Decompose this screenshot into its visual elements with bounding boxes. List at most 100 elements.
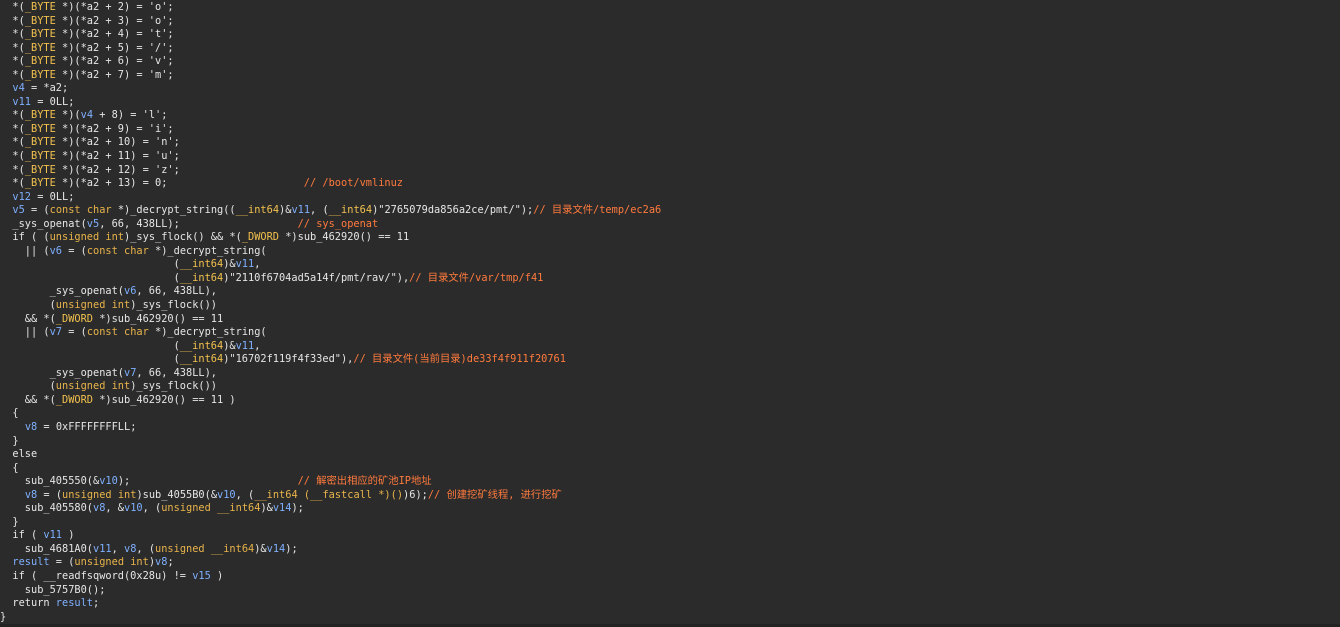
code-line[interactable]: _sys_openat(v7, 66, 438LL), <box>0 367 1340 381</box>
code-token: )& <box>260 502 273 515</box>
code-line[interactable]: { <box>0 462 1340 476</box>
code-token: = ( <box>37 488 63 501</box>
code-line[interactable]: sub_405580(v8, &v10, (unsigned __int64)&… <box>0 502 1340 516</box>
code-line[interactable]: else <box>0 448 1340 462</box>
code-token: ( <box>0 299 56 312</box>
code-token: *( <box>0 177 25 190</box>
code-line[interactable]: result = (unsigned int)v8; <box>0 556 1340 570</box>
code-token: , ( <box>310 204 329 217</box>
code-token: )& <box>223 339 236 352</box>
code-token: unsigned __int64 <box>155 542 255 555</box>
code-token: ; <box>167 556 174 569</box>
code-line[interactable]: sub_405550(&v10); // 解密出相应的矿池IP地址 <box>0 475 1340 489</box>
code-line[interactable]: sub_5757B0(); <box>0 584 1340 598</box>
code-token: , 66, 438LL), <box>136 285 217 298</box>
code-token: v11 <box>93 542 112 555</box>
code-line[interactable]: || (v7 = (const char *)_decrypt_string( <box>0 326 1340 340</box>
code-token: _BYTE <box>24 14 56 27</box>
code-token: unsigned int <box>49 231 125 244</box>
code-line[interactable]: *(_BYTE *)(v4 + 8) = 'l'; <box>0 109 1340 123</box>
code-line[interactable]: *(_BYTE *)(*a2 + 3) = 'o'; <box>0 15 1340 29</box>
code-token: unsigned int <box>55 299 131 312</box>
code-token: _sys_openat( <box>0 366 124 379</box>
code-token: ( <box>0 271 180 284</box>
code-line[interactable]: if ( (unsigned int)_sys_flock() && *(_DW… <box>0 231 1340 245</box>
code-line[interactable]: sub_4681A0(v11, v8, (unsigned __int64)&v… <box>0 543 1340 557</box>
code-token: = 0LL; <box>31 95 75 108</box>
code-line[interactable]: (__int64)"2110f6704ad5a14f/pmt/rav/"),//… <box>0 272 1340 286</box>
code-line[interactable]: *(_BYTE *)(*a2 + 10) = 'n'; <box>0 136 1340 150</box>
code-token: __int64 (__fastcall *)() <box>254 488 404 501</box>
code-line[interactable]: *(_BYTE *)(*a2 + 2) = 'o'; <box>0 1 1340 15</box>
code-line[interactable]: if ( v11 ) <box>0 529 1340 543</box>
code-token: , <box>254 258 261 271</box>
code-token: = ( <box>49 556 75 569</box>
code-line[interactable]: v5 = (const char *)_decrypt_string((__in… <box>0 204 1340 218</box>
code-token: *)(*a2 + 2) = 'o'; <box>55 1 174 13</box>
code-line[interactable]: || (v6 = (const char *)_decrypt_string( <box>0 245 1340 259</box>
code-token: __int64 <box>235 204 280 217</box>
code-line[interactable]: *(_BYTE *)(*a2 + 11) = 'u'; <box>0 150 1340 164</box>
code-line[interactable]: *(_BYTE *)(*a2 + 4) = 't'; <box>0 28 1340 42</box>
code-token: v8 <box>24 488 38 501</box>
code-token: const char <box>86 244 149 257</box>
code-token: && *( <box>0 312 56 325</box>
code-line[interactable]: (unsigned int)_sys_flock()) <box>0 299 1340 313</box>
code-line[interactable]: } <box>0 516 1340 530</box>
code-token: || ( <box>0 244 50 257</box>
code-line[interactable]: } <box>0 435 1340 449</box>
code-token: _BYTE <box>24 55 56 68</box>
code-line[interactable]: v8 = (unsigned int)sub_4055B0(&v10, (__i… <box>0 489 1340 503</box>
code-line[interactable]: v8 = 0xFFFFFFFFLL; <box>0 421 1340 435</box>
code-token: *( <box>0 41 25 54</box>
code-line[interactable]: (__int64)&v11, <box>0 340 1340 354</box>
code-token: __int64 <box>179 339 224 352</box>
code-token: = ( <box>24 204 50 217</box>
code-token: _DWORD <box>241 231 280 244</box>
code-line[interactable]: return result; <box>0 597 1340 611</box>
code-line[interactable]: (__int64)"16702f119f4f33ed"),// 目录文件(当前目… <box>0 353 1340 367</box>
code-token: if ( ( <box>0 231 50 244</box>
code-line[interactable]: v11 = 0LL; <box>0 96 1340 110</box>
code-token: } <box>0 610 7 623</box>
code-token: *( <box>0 28 25 41</box>
code-line[interactable]: *(_BYTE *)(*a2 + 13) = 0; // /boot/vmlin… <box>0 177 1340 191</box>
code-token: v15 <box>192 569 211 582</box>
code-line[interactable]: _sys_openat(v5, 66, 438LL); // sys_opena… <box>0 218 1340 232</box>
code-line[interactable]: && *(_DWORD *)sub_462920() == 11 <box>0 313 1340 327</box>
code-token: )_sys_flock()) <box>130 299 217 312</box>
code-token: , 66, 438LL), <box>136 366 217 379</box>
code-line[interactable]: (__int64)&v11, <box>0 258 1340 272</box>
code-token: _BYTE <box>24 109 56 122</box>
code-token: _DWORD <box>55 393 93 406</box>
code-line[interactable]: { <box>0 407 1340 421</box>
code-token: *( <box>0 68 25 81</box>
code-token: *( <box>0 163 25 176</box>
code-token: v14 <box>272 502 292 515</box>
code-line[interactable]: if ( __readfsqword(0x28u) != v15 ) <box>0 570 1340 584</box>
code-line[interactable]: && *(_DWORD *)sub_462920() == 11 ) <box>0 394 1340 408</box>
code-line[interactable]: *(_BYTE *)(*a2 + 7) = 'm'; <box>0 69 1340 83</box>
code-token: = ( <box>62 244 87 257</box>
code-line[interactable]: *(_BYTE *)(*a2 + 6) = 'v'; <box>0 55 1340 69</box>
code-line[interactable]: *(_BYTE *)(*a2 + 9) = 'i'; <box>0 123 1340 137</box>
code-line[interactable]: (unsigned int)_sys_flock()) <box>0 380 1340 394</box>
code-token: { <box>0 407 19 420</box>
code-line[interactable]: } <box>0 611 1340 625</box>
code-token: )& <box>223 258 236 271</box>
code-line[interactable]: _sys_openat(v6, 66, 438LL), <box>0 285 1340 299</box>
code-token: ( <box>0 258 180 271</box>
code-line[interactable]: *(_BYTE *)(*a2 + 5) = '/'; <box>0 42 1340 56</box>
decompiler-code-view[interactable]: *(_BYTE *)(*a2 + 2) = 'o'; *(_BYTE *)(*a… <box>0 1 1340 627</box>
code-token: )& <box>279 204 292 217</box>
code-token: _BYTE <box>24 1 56 13</box>
code-token: unsigned int <box>55 380 131 393</box>
code-line[interactable]: *(_BYTE *)(*a2 + 12) = 'z'; <box>0 164 1340 178</box>
code-line[interactable]: v4 = *a2; <box>0 82 1340 96</box>
code-line[interactable]: v12 = 0LL; <box>0 191 1340 205</box>
code-token: ); <box>285 542 298 555</box>
code-token: ( <box>0 353 180 366</box>
